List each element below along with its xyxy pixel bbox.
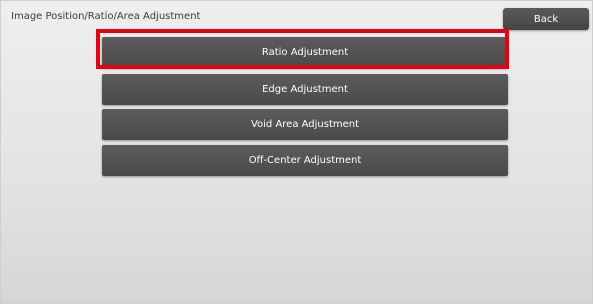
- back-button[interactable]: Back: [503, 8, 589, 30]
- selection-highlight: [96, 29, 509, 69]
- off-center-adjustment-button[interactable]: Off-Center Adjustment: [102, 145, 508, 176]
- void-area-adjustment-button[interactable]: Void Area Adjustment: [102, 109, 508, 140]
- edge-adjustment-button[interactable]: Edge Adjustment: [102, 74, 508, 105]
- adjustment-screen: Image Position/Ratio/Area Adjustment Bac…: [0, 0, 593, 304]
- page-title: Image Position/Ratio/Area Adjustment: [11, 11, 201, 22]
